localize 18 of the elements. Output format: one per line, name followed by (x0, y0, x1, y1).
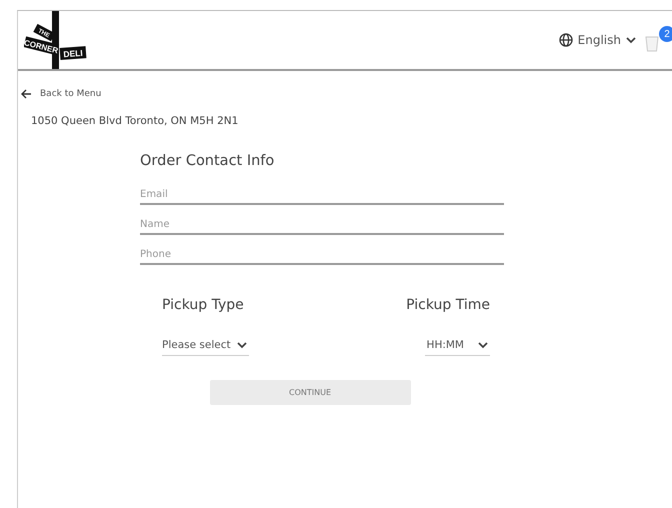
section-heading: Pickup Time (406, 297, 490, 313)
input-field[interactable]: Email (140, 189, 504, 205)
chevron-down-icon (626, 36, 636, 44)
language-selector[interactable]: English (556, 31, 638, 49)
chevron-down-icon (478, 342, 488, 348)
back-link[interactable]: Back to Menu (21, 89, 102, 99)
globe-icon (558, 33, 573, 47)
section-heading: Pickup Type (162, 297, 245, 313)
store-address: 1050 Queen Blvd Toronto, ON M5H 2N1 (31, 115, 240, 127)
form-title: Order Contact Info (140, 153, 276, 169)
dropdown[interactable]: Please select (162, 339, 249, 356)
input-field[interactable]: Name (140, 219, 504, 235)
dropdown[interactable]: HH:MM (424, 339, 490, 356)
chevron-down-icon (236, 342, 247, 348)
arrow-left-icon (21, 89, 32, 99)
cart-button[interactable]: 2 (644, 26, 672, 54)
bag-icon (645, 36, 659, 52)
input-field[interactable]: Phone (140, 249, 504, 265)
